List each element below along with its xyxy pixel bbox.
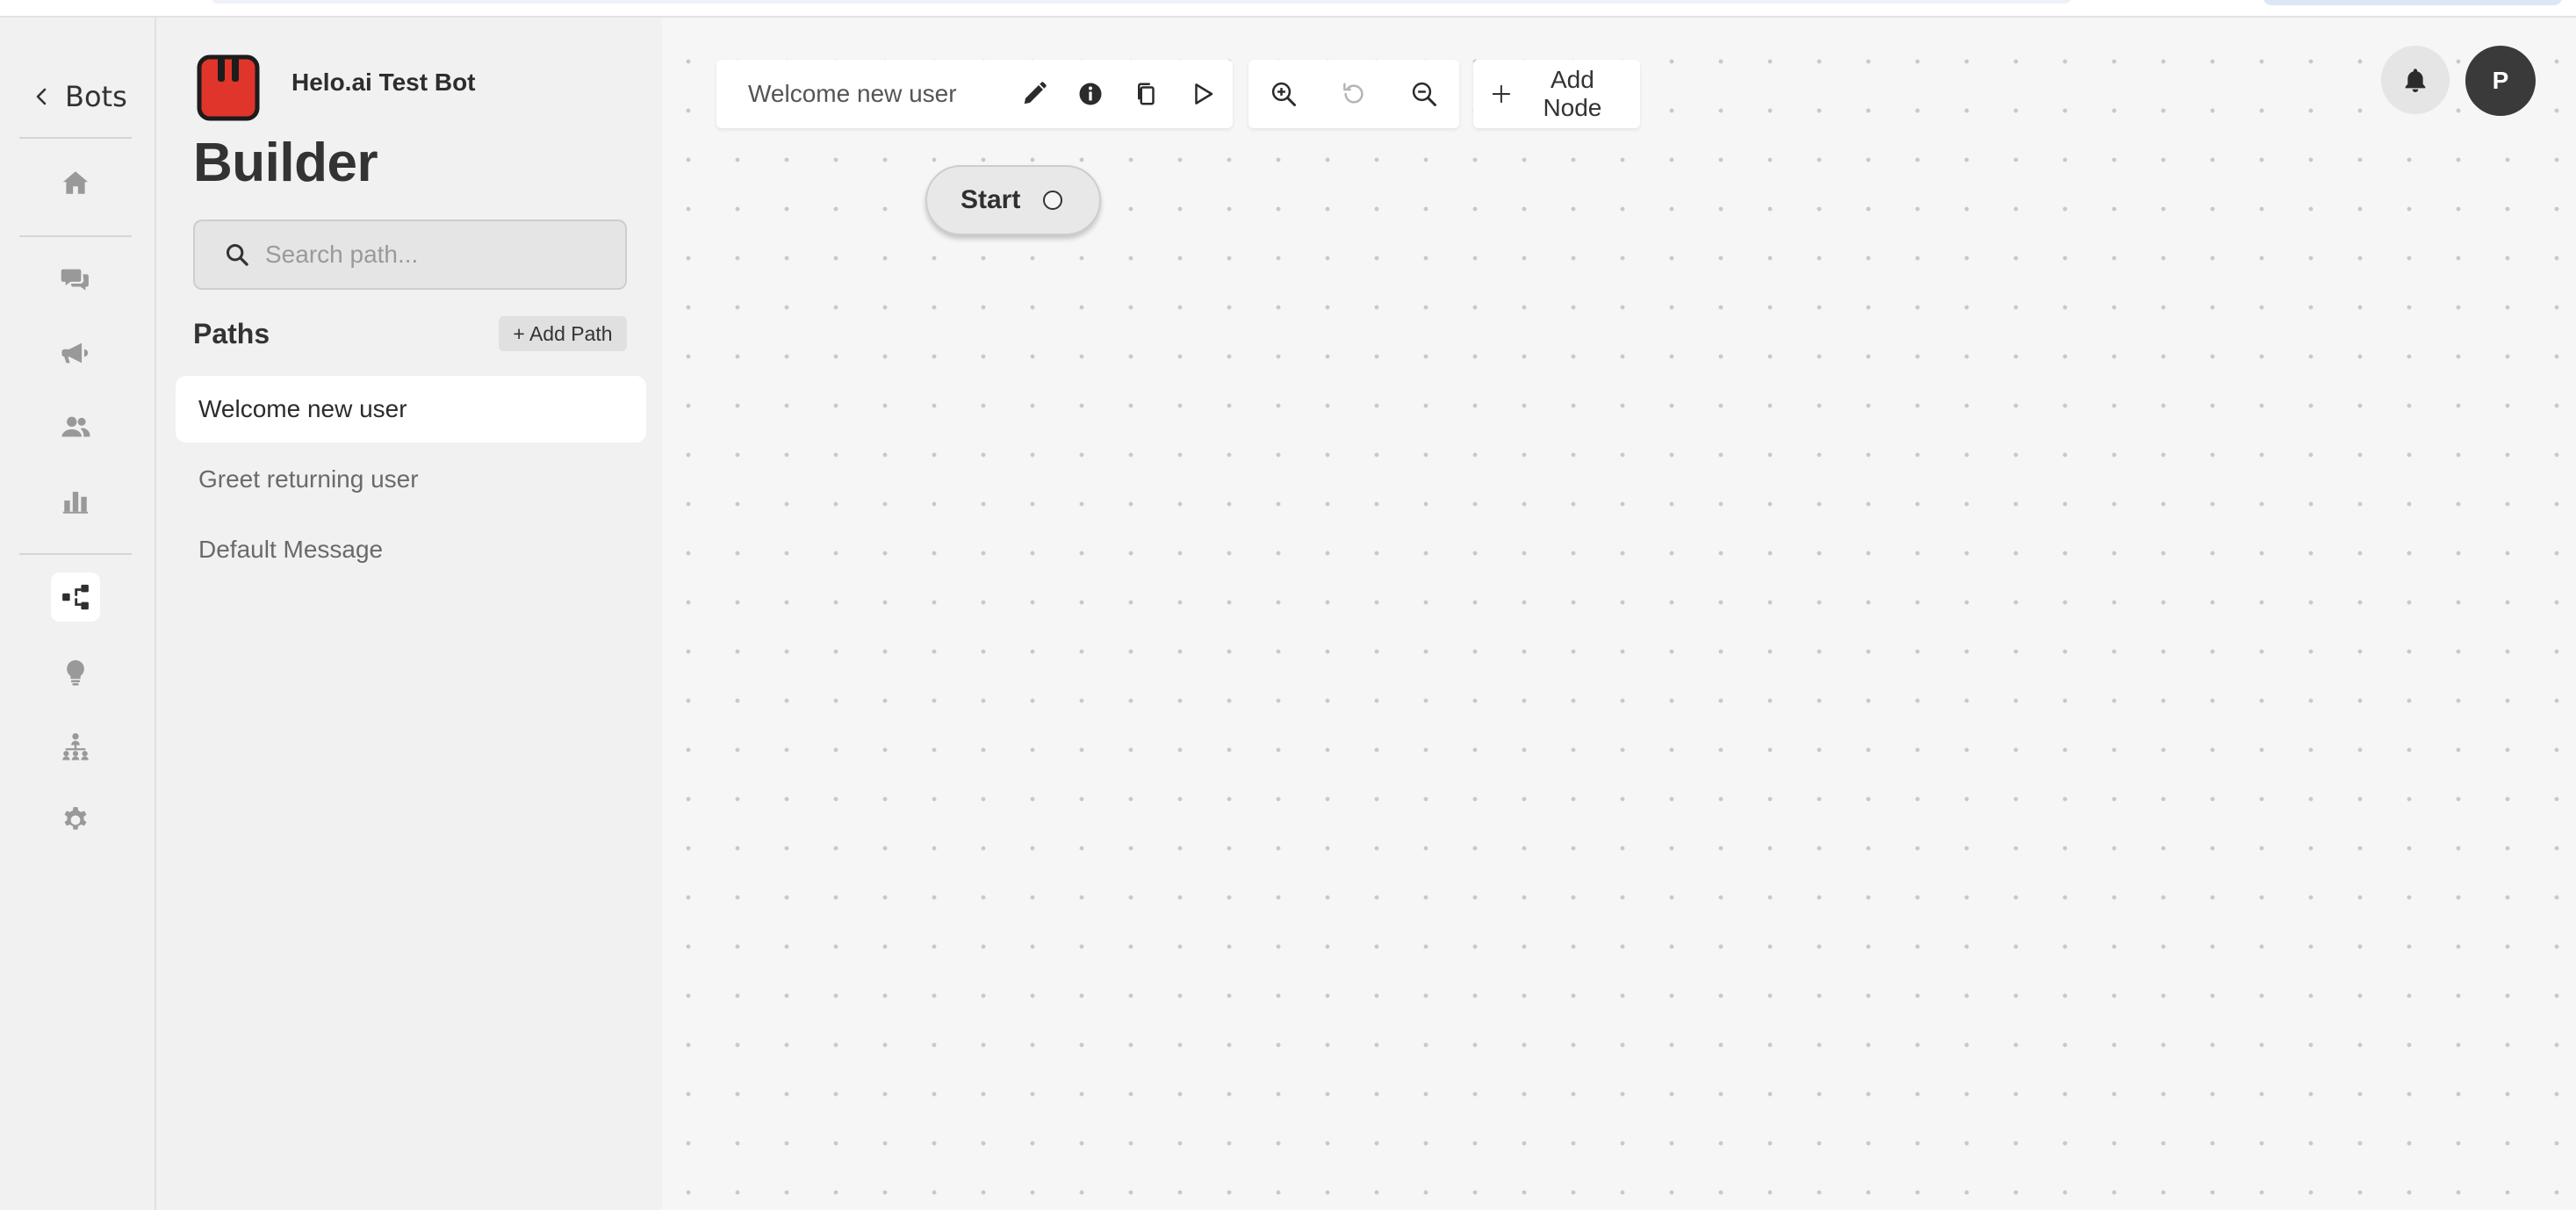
home-icon — [62, 171, 89, 194]
nav-analytics[interactable] — [51, 476, 100, 525]
bot-logo — [197, 54, 260, 121]
path-info-button[interactable] — [1062, 66, 1119, 122]
nav-home[interactable] — [51, 158, 100, 207]
user-avatar[interactable]: P — [2465, 46, 2536, 116]
nav-insights[interactable] — [51, 648, 100, 697]
rail-divider — [19, 137, 132, 139]
back-to-bots-link[interactable]: Bots — [32, 72, 127, 121]
paths-heading: Paths — [193, 318, 270, 349]
add-path-button[interactable]: + Add Path — [499, 316, 627, 351]
reset-zoom-button[interactable] — [1326, 66, 1382, 122]
notifications-button[interactable] — [2381, 46, 2450, 114]
address-bar[interactable] — [211, 0, 2072, 4]
analytics-icon — [62, 492, 89, 514]
search-path-box[interactable] — [193, 220, 627, 290]
path-item-greet-returning-user[interactable]: Greet returning user — [176, 446, 646, 513]
zoom-in-icon — [1271, 82, 1296, 106]
nav-settings[interactable] — [51, 796, 100, 845]
browser-action-pill[interactable] — [2263, 0, 2562, 5]
zoom-toolbar — [1248, 60, 1459, 128]
reset-icon — [1343, 83, 1364, 104]
start-node[interactable]: Start — [925, 165, 1101, 235]
flow-builder-icon — [62, 584, 89, 610]
rail-divider — [19, 553, 132, 555]
megaphone-icon — [61, 342, 89, 364]
nav-team[interactable] — [51, 722, 100, 771]
current-path-name: Welcome new user — [748, 80, 957, 107]
back-label: Bots — [65, 80, 127, 113]
zoom-in-button[interactable] — [1256, 66, 1312, 122]
org-chart-icon — [62, 732, 89, 760]
add-node-toolbar: Add Node — [1473, 60, 1640, 128]
start-node-output-port[interactable] — [1043, 191, 1063, 210]
path-toolbar: Welcome new user — [716, 60, 1233, 128]
bot-name: Helo.ai Test Bot — [291, 68, 476, 96]
start-node-label: Start — [961, 185, 1021, 214]
search-icon — [226, 243, 248, 266]
flow-canvas[interactable]: Welcome new user Add Node Start — [662, 18, 2576, 1210]
plus-icon — [1492, 85, 1510, 103]
nav-users[interactable] — [51, 402, 100, 451]
info-icon — [1079, 83, 1102, 105]
search-path-input[interactable] — [265, 241, 599, 269]
add-node-button[interactable]: Add Node — [1473, 60, 1640, 128]
nav-builder[interactable] — [51, 573, 100, 622]
zoom-out-button[interactable] — [1396, 66, 1452, 122]
add-node-label: Add Node — [1543, 66, 1602, 121]
pencil-icon — [1024, 82, 1047, 104]
lightbulb-icon — [67, 659, 84, 686]
copy-icon — [1138, 83, 1155, 105]
users-icon — [61, 416, 90, 437]
zoom-out-icon — [1412, 82, 1436, 106]
test-path-button[interactable] — [1175, 66, 1231, 122]
paths-panel: Helo.ai Test Bot Builder Paths + Add Pat… — [158, 18, 662, 1210]
nav-broadcasts[interactable] — [51, 328, 100, 378]
browser-top-strip — [0, 0, 2576, 18]
rail-divider — [19, 235, 132, 237]
rename-path-button[interactable] — [1006, 66, 1062, 122]
duplicate-path-button[interactable] — [1119, 66, 1175, 122]
nav-rail: Bots — [0, 18, 156, 1210]
chevron-left-icon — [36, 88, 47, 105]
nav-conversations[interactable] — [51, 255, 100, 304]
page-title: Builder — [193, 133, 378, 193]
play-icon — [1195, 83, 1213, 104]
path-item-welcome-new-user[interactable]: Welcome new user — [176, 376, 646, 443]
gear-icon — [64, 807, 87, 830]
chat-icon — [61, 269, 89, 291]
path-item-default-message[interactable]: Default Message — [176, 516, 646, 583]
bell-icon — [2405, 68, 2426, 92]
